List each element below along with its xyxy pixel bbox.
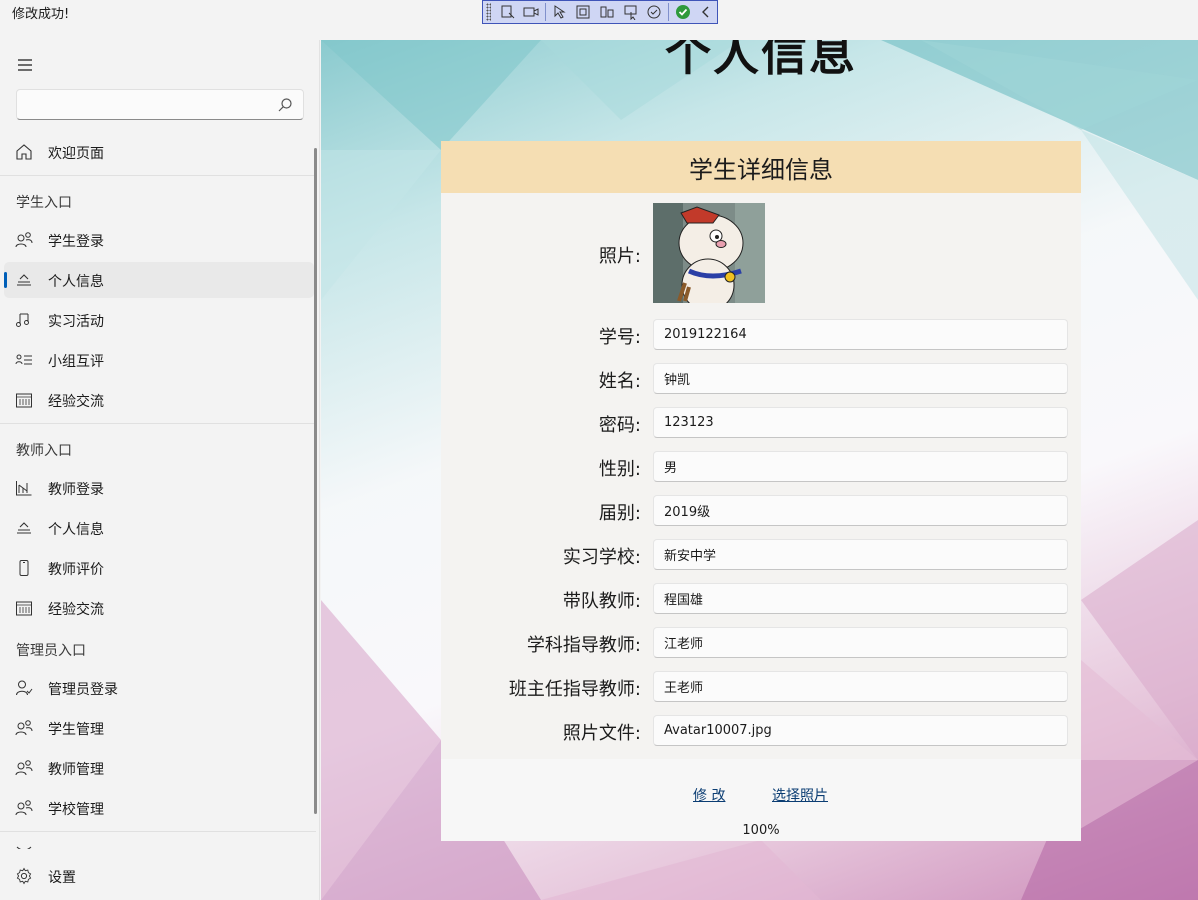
name-field[interactable] (653, 363, 1068, 394)
navigation-pane: 欢迎页面 学生入口 学生登录 个人信息 实习活动 小组互评 经验交流 教师入口 … (0, 40, 320, 900)
selection-indicator (4, 272, 7, 288)
subject-teacher-input[interactable] (654, 628, 1067, 657)
calendar-icon (15, 599, 33, 617)
partial-icon (15, 843, 33, 849)
field-label-grade: 届别: (598, 503, 641, 524)
student-id-field[interactable] (653, 319, 1068, 350)
nav-item-experience-exchange[interactable]: 经验交流 (4, 382, 314, 418)
status-message: 修改成功! (12, 7, 70, 22)
search-input[interactable] (17, 90, 267, 119)
nav-item-welcome[interactable]: 欢迎页面 (4, 134, 314, 170)
grade-input[interactable] (654, 496, 1067, 525)
field-label-photo-file: 照片文件: (562, 723, 641, 744)
nav-item-group-review[interactable]: 小组互评 (4, 342, 314, 378)
select-element-icon[interactable] (549, 2, 571, 22)
people-icon (15, 799, 33, 817)
school-field[interactable] (653, 539, 1068, 570)
nav-item-student-login[interactable]: 学生登录 (4, 222, 314, 258)
chart-icon (15, 479, 33, 497)
field-label-gender: 性别: (598, 459, 641, 480)
photo-file-input[interactable] (654, 716, 1067, 745)
people-icon (15, 231, 33, 249)
section-admin: 管理员入口 (16, 643, 86, 659)
photo-file-field[interactable] (653, 715, 1068, 746)
adorner-icon[interactable] (573, 2, 595, 22)
lead-teacher-field[interactable] (653, 583, 1068, 614)
field-label-password: 密码: (598, 415, 641, 436)
class-teacher-input[interactable] (654, 672, 1067, 701)
nav-item-admin-login[interactable]: 管理员登录 (4, 670, 314, 706)
nav-item-teacher-evaluation[interactable]: 教师评价 (4, 550, 314, 586)
title-bar: 修改成功! (0, 0, 1198, 40)
hot-reload-icon[interactable] (643, 2, 665, 22)
check-ok-icon[interactable] (672, 2, 694, 22)
grade-field[interactable] (653, 495, 1068, 526)
card-title: 学生详细信息 (441, 141, 1081, 193)
nav-item-teacher-login[interactable]: 教师登录 (4, 470, 314, 506)
page-title: 个人信息 (665, 40, 857, 81)
subject-teacher-field[interactable] (653, 627, 1068, 658)
info-icon (15, 271, 33, 289)
section-teacher: 教师入口 (16, 443, 72, 459)
field-label-student-id: 学号: (598, 327, 641, 348)
drag-grip-icon[interactable] (486, 3, 491, 21)
field-label-subject-teacher: 学科指导教师: (526, 635, 641, 656)
home-icon (15, 143, 33, 161)
nav-item-settings[interactable]: 设置 (4, 858, 314, 894)
content-frame: 个人信息 学生详细信息 照片: 学号: 姓名: 密 (321, 40, 1198, 900)
nav-item-teacher-exchange[interactable]: 经验交流 (4, 590, 314, 626)
phone-icon (15, 559, 33, 577)
layout-icon[interactable] (596, 2, 618, 22)
field-label-lead-teacher: 带队教师: (562, 591, 641, 612)
card-footer: 修 改 选择照片 100% (441, 759, 1081, 841)
school-input[interactable] (654, 540, 1067, 569)
people-icon (15, 759, 33, 777)
search-icon[interactable] (277, 97, 293, 113)
track-focus-icon[interactable] (620, 2, 642, 22)
student-id-input[interactable] (654, 320, 1067, 349)
gear-icon (15, 867, 33, 885)
xaml-debug-toolbar (482, 0, 718, 24)
collapse-chevron-icon[interactable] (696, 2, 718, 22)
password-input[interactable] (654, 408, 1067, 437)
search-box[interactable] (16, 89, 304, 120)
photo-label: 照片: (598, 246, 641, 267)
student-photo (653, 203, 765, 303)
modify-link[interactable]: 修 改 (693, 785, 725, 805)
password-field[interactable] (653, 407, 1068, 438)
field-label-name: 姓名: (598, 371, 641, 392)
music-icon (15, 311, 33, 329)
record-icon[interactable] (520, 2, 542, 22)
section-student: 学生入口 (16, 195, 72, 211)
nav-item-student-management[interactable]: 学生管理 (4, 710, 314, 746)
student-detail-card: 学生详细信息 照片: 学号: 姓名: 密码: (441, 141, 1081, 841)
calendar-icon (15, 391, 33, 409)
live-tree-icon[interactable] (497, 2, 519, 22)
nav-item-teacher-management[interactable]: 教师管理 (4, 750, 314, 786)
field-label-school: 实习学校: (562, 547, 641, 568)
hamburger-menu-icon[interactable] (14, 54, 36, 76)
people-icon (15, 719, 33, 737)
name-input[interactable] (654, 364, 1067, 393)
nav-item-teacher-info[interactable]: 个人信息 (4, 510, 314, 546)
field-label-class-teacher: 班主任指导教师: (508, 679, 641, 700)
nav-item-internship-activity[interactable]: 实习活动 (4, 302, 314, 338)
nav-item-student-info[interactable]: 个人信息 (4, 262, 314, 298)
list-icon (15, 351, 33, 369)
sidebar-scrollbar[interactable] (314, 148, 317, 814)
admin-icon (15, 679, 33, 697)
gender-field[interactable] (653, 451, 1068, 482)
nav-item-school-management[interactable]: 学校管理 (4, 790, 314, 826)
gender-input[interactable] (654, 452, 1067, 481)
zoom-level: 100% (742, 823, 780, 838)
class-teacher-field[interactable] (653, 671, 1068, 702)
choose-photo-link[interactable]: 选择照片 (772, 785, 828, 805)
info-icon (15, 519, 33, 537)
lead-teacher-input[interactable] (654, 584, 1067, 613)
